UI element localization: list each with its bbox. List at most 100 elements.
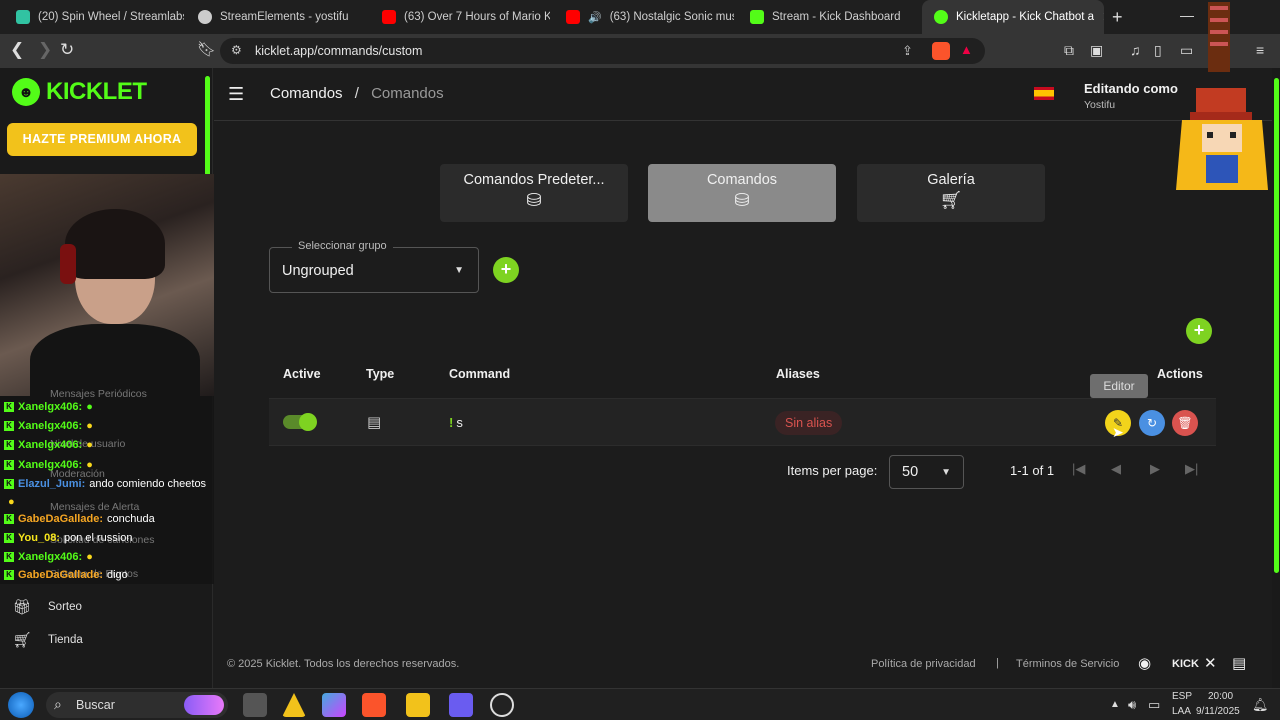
task-view-icon[interactable]: [243, 693, 267, 717]
add-command-button[interactable]: +: [1186, 318, 1212, 344]
clock-time[interactable]: 20:00: [1208, 691, 1233, 702]
start-button[interactable]: [8, 692, 34, 718]
items-per-page-select[interactable]: 50 ▼: [889, 455, 964, 489]
extensions-icon[interactable]: ⧉: [1064, 42, 1074, 59]
vlc-icon[interactable]: [282, 693, 306, 717]
menu-toggle-icon[interactable]: ☰: [228, 84, 244, 105]
kick-badge-icon: K: [4, 570, 14, 580]
next-page-icon[interactable]: ▶: [1150, 461, 1160, 477]
browser-tab[interactable]: (20) Spin Wheel / Streamlabs: [4, 0, 184, 34]
brave-icon[interactable]: [362, 693, 386, 717]
sidebar-item-alerts[interactable]: Mensajes de Alerta: [50, 501, 139, 513]
tray-chevron-icon[interactable]: ▲: [1110, 699, 1120, 710]
page-scrollbar[interactable]: [1272, 68, 1280, 688]
url-text: kicklet.app/commands/custom: [255, 44, 423, 58]
clock-date[interactable]: 9/11/2025: [1196, 706, 1240, 717]
browser-tab[interactable]: (63) Over 7 Hours of Mario Kart: [370, 0, 550, 34]
chat-user: You_08:: [18, 532, 60, 544]
sidebar-toggle-icon[interactable]: ▯: [1154, 42, 1162, 59]
new-tab-icon[interactable]: +: [1112, 7, 1123, 28]
taskbar-search[interactable]: ⌕ Buscar: [46, 692, 228, 718]
group-select-value: Ungrouped: [282, 263, 354, 279]
reload-icon[interactable]: ↻: [60, 40, 74, 60]
copilot-icon[interactable]: [322, 693, 346, 717]
media-icon[interactable]: ♫: [1130, 42, 1141, 58]
command-text: s: [456, 415, 463, 430]
file-explorer-icon[interactable]: [406, 693, 430, 717]
language-layout[interactable]: LAA: [1172, 706, 1191, 717]
kick-icon[interactable]: KICK: [1172, 658, 1199, 670]
search-placeholder: Buscar: [76, 698, 115, 712]
brave-shield-icon[interactable]: [932, 42, 950, 60]
first-page-icon[interactable]: |◀: [1072, 461, 1085, 477]
sidebar-item-tienda[interactable]: 🛒︎ Tienda: [12, 631, 82, 649]
notification-bell-icon[interactable]: 🔔︎: [1252, 697, 1269, 713]
active-toggle[interactable]: [283, 413, 317, 431]
kick-badge-icon: K: [4, 514, 14, 524]
chat-message: K GabeDaGallade: conchuda: [4, 513, 155, 525]
database-check-icon: ⛁: [526, 190, 542, 210]
chat-user: Xanelgx406:: [18, 420, 83, 432]
screenshot-icon[interactable]: ▣: [1090, 42, 1103, 59]
address-bar[interactable]: ⚙ kicklet.app/commands/custom ⇪ ▲: [220, 38, 985, 64]
network-icon[interactable]: ▭: [1148, 697, 1160, 713]
document-icon[interactable]: ▤: [1232, 654, 1246, 672]
share-button[interactable]: ↻: [1139, 410, 1165, 436]
emote-icon: ●: [86, 401, 93, 413]
column-header-type: Type: [366, 367, 395, 381]
x-icon[interactable]: ✕: [1204, 654, 1217, 672]
tab-custom-commands[interactable]: Comandos ⛁: [648, 164, 836, 222]
chat-message: K Xanelgx406: ●: [4, 439, 93, 451]
prev-page-icon[interactable]: ◀: [1111, 461, 1121, 477]
browser-tab[interactable]: StreamElements - yostifu: [186, 0, 366, 34]
sidebar-item-sorteo[interactable]: 🎁︎ Sorteo: [12, 598, 82, 616]
kick-badge-icon: K: [4, 533, 14, 543]
chat-text: pon el russion: [63, 532, 133, 544]
tab-title: (63) Over 7 Hours of Mario Kart: [404, 11, 550, 23]
discord-app-icon[interactable]: [449, 693, 473, 717]
chat-message: K Xanelgx406: ●: [4, 401, 93, 413]
browser-tab[interactable]: Stream - Kick Dashboard: [738, 0, 918, 34]
kick-badge-icon: K: [4, 460, 14, 470]
emote-icon: ●: [86, 551, 93, 563]
site-settings-icon[interactable]: ⚙: [231, 43, 242, 57]
browser-tab-active[interactable]: Kickletapp - Kick Chatbot a ✕: [922, 0, 1104, 34]
column-header-command: Command: [449, 367, 511, 381]
sidebar-item-periodic[interactable]: Mensajes Periódicos: [50, 388, 147, 400]
chevron-down-icon: ▼: [454, 265, 464, 276]
sidebar: ☻ KICKLET HAZTE PREMIUM AHORA Mensajes P…: [0, 68, 220, 688]
top-bar: ☰ Comandos / Comandos Editando como Yost…: [214, 68, 1272, 121]
language-indicator[interactable]: ESP: [1172, 691, 1192, 702]
breadcrumb-root[interactable]: Comandos: [270, 85, 343, 102]
logo[interactable]: ☻ KICKLET: [12, 78, 147, 106]
spain-flag-icon[interactable]: [1034, 87, 1054, 100]
add-group-button[interactable]: +: [493, 257, 519, 283]
close-tab-icon[interactable]: ✕: [1102, 9, 1104, 25]
obs-icon[interactable]: [490, 693, 514, 717]
tab-label: Comandos: [706, 172, 778, 188]
back-icon[interactable]: ❮: [10, 40, 24, 60]
volume-icon[interactable]: 🔊︎: [1128, 697, 1136, 713]
sidebar-item-label: Sorteo: [48, 601, 82, 613]
kick-badge-icon: K: [4, 552, 14, 562]
tab-default-commands[interactable]: Comandos Predeter... ⛁: [440, 164, 628, 222]
column-header-active: Active: [283, 367, 321, 381]
privacy-link[interactable]: Política de privacidad: [871, 658, 976, 670]
discord-icon[interactable]: ◉: [1138, 654, 1151, 672]
brave-rewards-icon[interactable]: ▲: [960, 42, 973, 57]
streamlabs-icon: [16, 10, 30, 24]
browser-tab[interactable]: 🔊 (63) Nostalgic Sonic music f: [554, 0, 734, 34]
bookmark-icon[interactable]: 🔖︎: [197, 40, 216, 58]
share-icon[interactable]: ⇪: [902, 43, 913, 59]
delete-button[interactable]: 🗑︎: [1172, 410, 1198, 436]
terms-link[interactable]: Términos de Servicio: [1016, 658, 1119, 670]
database-check-icon: ⛁: [734, 190, 750, 210]
group-select[interactable]: Seleccionar grupo Ungrouped ▼: [269, 240, 479, 293]
sidebar-scrollbar[interactable]: [205, 76, 210, 176]
taskbar: ⌕ Buscar ▲ 🔊︎ ▭ ESP LAA 20:00 9/11/2025 …: [0, 688, 1280, 720]
last-page-icon[interactable]: ▶|: [1185, 461, 1198, 477]
pagination-range: 1-1 of 1: [1010, 463, 1055, 478]
premium-button[interactable]: HAZTE PREMIUM AHORA: [7, 123, 197, 156]
tab-gallery[interactable]: Galería 🛒︎: [857, 164, 1045, 222]
forward-icon[interactable]: ❯: [38, 40, 52, 60]
